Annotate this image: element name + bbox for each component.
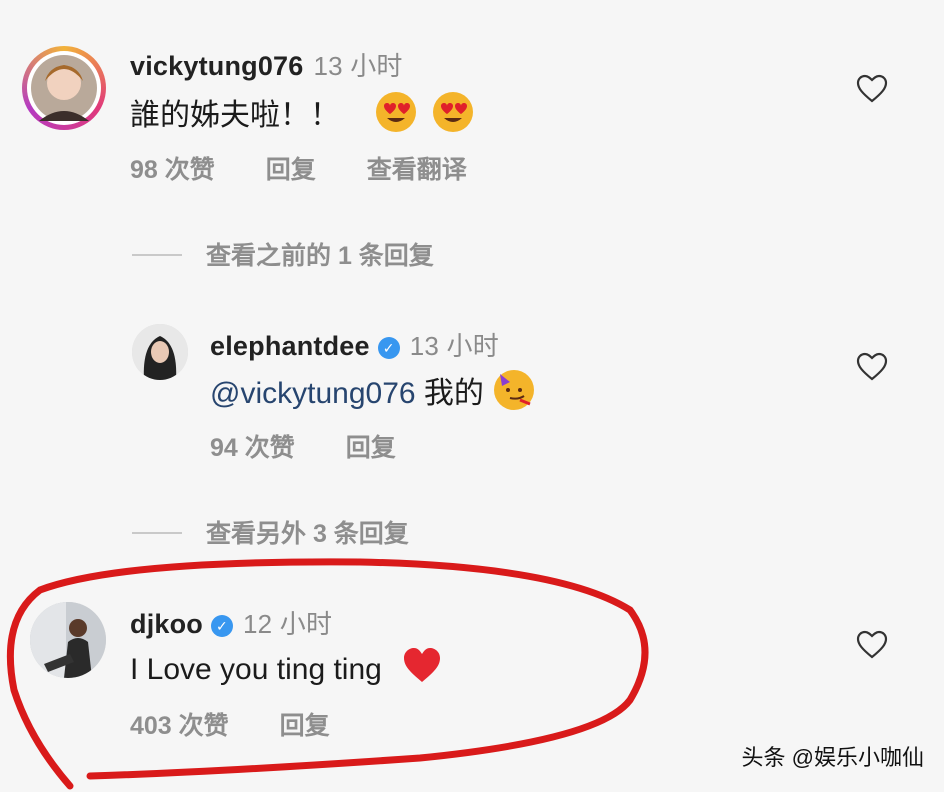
username[interactable]: elephantdee ✓ 13 小时 bbox=[210, 326, 499, 363]
reply-button[interactable]: 回复 bbox=[280, 712, 330, 740]
comment-text: I Love you ting ting bbox=[130, 646, 442, 687]
divider bbox=[132, 254, 182, 256]
comment-actions: 403 次赞 回复 bbox=[130, 706, 374, 742]
avatar-ring[interactable] bbox=[22, 46, 106, 130]
avatar[interactable] bbox=[132, 324, 188, 380]
heart-eyes-emoji bbox=[432, 92, 473, 132]
view-previous-replies[interactable]: 查看之前的 1 条回复 bbox=[132, 236, 434, 272]
comment-text: 誰的姊夫啦！！ bbox=[130, 90, 473, 134]
view-more-replies[interactable]: 查看另外 3 条回复 bbox=[132, 514, 409, 550]
like-count[interactable]: 94 次赞 bbox=[210, 434, 295, 462]
like-count[interactable]: 403 次赞 bbox=[130, 712, 229, 740]
partying-face-emoji bbox=[494, 370, 535, 410]
username[interactable]: djkoo ✓ 12 小时 bbox=[130, 604, 332, 641]
reply-button[interactable]: 回复 bbox=[266, 156, 316, 184]
comment-vickytung076: vickytung076 13 小时 誰的姊夫啦！！ 98 次赞 回复 查看翻译 bbox=[0, 0, 944, 200]
comment-thread: vickytung076 13 小时 誰的姊夫啦！！ 98 次赞 回复 查看翻译 … bbox=[0, 0, 944, 792]
timestamp: 12 小时 bbox=[243, 609, 333, 639]
divider bbox=[132, 532, 182, 534]
comment-djkoo: djkoo ✓ 12 小时 I Love you ting ting 403 次赞 … bbox=[0, 590, 944, 750]
like-heart-icon[interactable] bbox=[856, 352, 888, 382]
watermark: 头条 @娱乐小咖仙 bbox=[741, 745, 924, 770]
avatar[interactable] bbox=[30, 602, 106, 678]
red-heart-emoji bbox=[402, 646, 442, 686]
comment-elephantdee: elephantdee ✓ 13 小时 @vickytung076 我的 94 次赞… bbox=[0, 300, 944, 480]
verified-badge-icon: ✓ bbox=[211, 615, 233, 637]
username[interactable]: vickytung076 13 小时 bbox=[130, 46, 403, 83]
heart-eyes-emoji bbox=[376, 92, 417, 132]
like-heart-icon[interactable] bbox=[856, 630, 888, 660]
timestamp: 13 小时 bbox=[409, 331, 499, 361]
avatar bbox=[27, 51, 101, 125]
timestamp: 13 小时 bbox=[313, 51, 403, 81]
reply-button[interactable]: 回复 bbox=[346, 434, 396, 462]
mention-link[interactable]: @vickytung076 bbox=[210, 377, 416, 410]
comment-actions: 98 次赞 回复 查看翻译 bbox=[130, 150, 511, 186]
comment-text: @vickytung076 我的 bbox=[210, 368, 535, 412]
translate-button[interactable]: 查看翻译 bbox=[367, 156, 467, 184]
comment-actions: 94 次赞 回复 bbox=[210, 428, 440, 464]
verified-badge-icon: ✓ bbox=[377, 337, 400, 359]
like-heart-icon[interactable] bbox=[856, 74, 888, 104]
like-count[interactable]: 98 次赞 bbox=[130, 156, 215, 184]
